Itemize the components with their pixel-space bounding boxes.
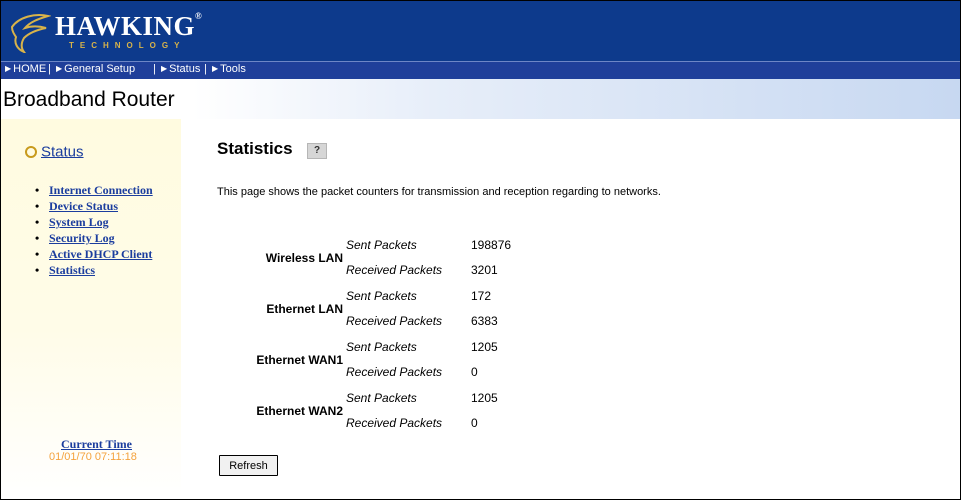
nav-separator: | (153, 63, 156, 75)
interface-label: Wireless LAN (265, 251, 343, 265)
main-content: Statistics ? This page shows the packet … (183, 119, 960, 499)
arrow-right-icon: ▶ (56, 64, 63, 73)
nav-separator: | (204, 63, 207, 75)
interface-label: Ethernet LAN (266, 302, 343, 316)
received-packets-label: Received Packets (346, 314, 443, 328)
sidebar-item-statistics[interactable]: Statistics (35, 262, 175, 278)
sidebar-item-active-dhcp-client[interactable]: Active DHCP Client (35, 246, 175, 262)
sent-packets-value: 172 (471, 289, 492, 303)
sent-packets-value: 1205 (471, 340, 498, 354)
nav-tools[interactable]: ▶ Tools (212, 63, 246, 75)
interface-label: Ethernet WAN1 (256, 353, 343, 367)
sidebar-title-link[interactable]: Status (41, 143, 84, 160)
arrow-right-icon: ▶ (212, 64, 219, 73)
nav-home[interactable]: ▶ HOME (5, 63, 46, 75)
sidebar-item-device-status[interactable]: Device Status (35, 198, 175, 214)
title-band: Broadband Router (1, 79, 960, 119)
sidebar-item-system-log[interactable]: System Log (35, 214, 175, 230)
sent-packets-label: Sent Packets (346, 289, 417, 303)
current-time-label: Current Time (61, 437, 132, 451)
logo-registered: ® (195, 11, 203, 21)
received-packets-value: 0 (471, 365, 478, 379)
hawking-logo: HAWKING® TECHNOLOGY (9, 7, 209, 57)
header-bar: HAWKING® TECHNOLOGY (1, 1, 960, 61)
statistics-table: Wireless LAN Sent Packets 198876 Receive… (219, 232, 579, 436)
arrow-right-icon: ▶ (161, 64, 168, 73)
sidebar-item-internet-connection[interactable]: Internet Connection (35, 182, 175, 198)
help-icon[interactable]: ? (307, 143, 327, 159)
nav-general-setup[interactable]: ▶ General Setup (56, 63, 135, 75)
arrow-right-icon: ▶ (5, 64, 12, 73)
sidebar-item-security-log[interactable]: Security Log (35, 230, 175, 246)
stats-group-ethernet-wan2: Ethernet WAN2 Sent Packets 1205 Received… (219, 385, 579, 436)
received-packets-value: 0 (471, 416, 478, 430)
stats-group-ethernet-lan: Ethernet LAN Sent Packets 172 Received P… (219, 283, 579, 334)
router-window: HAWKING® TECHNOLOGY ▶ HOME | ▶ General Set… (0, 0, 961, 500)
sidebar-header: Status (25, 143, 84, 161)
logo-wordmark: HAWKING (55, 11, 196, 41)
refresh-button[interactable]: Refresh (219, 455, 278, 476)
sidebar-menu: Internet Connection Device Status System… (35, 182, 175, 278)
received-packets-label: Received Packets (346, 416, 443, 430)
nav-status[interactable]: ▶ Status (161, 63, 200, 75)
sent-packets-label: Sent Packets (346, 238, 417, 252)
circle-bullet-icon (25, 145, 37, 158)
received-packets-label: Received Packets (346, 263, 443, 277)
page-description: This page shows the packet counters for … (217, 186, 661, 198)
current-time-value: 01/01/70 07:11:18 (49, 451, 137, 463)
page-title: Statistics (217, 139, 293, 158)
sent-packets-label: Sent Packets (346, 391, 417, 405)
sent-packets-value: 198876 (471, 238, 512, 252)
top-nav: ▶ HOME | ▶ General Setup | ▶ Status | ▶ Tool… (1, 61, 960, 80)
nav-separator: | (48, 63, 51, 75)
sidebar: Status Internet Connection Device Status… (1, 119, 181, 499)
received-packets-label: Received Packets (346, 365, 443, 379)
sent-packets-value: 1205 (471, 391, 498, 405)
logo-subtitle: TECHNOLOGY (69, 41, 186, 50)
product-title: Broadband Router (3, 88, 175, 111)
hawk-icon (10, 14, 51, 53)
stats-group-wireless-lan: Wireless LAN Sent Packets 198876 Receive… (219, 232, 579, 283)
stats-group-ethernet-wan1: Ethernet WAN1 Sent Packets 1205 Received… (219, 334, 579, 385)
received-packets-value: 3201 (471, 263, 498, 277)
interface-label: Ethernet WAN2 (256, 404, 343, 418)
sent-packets-label: Sent Packets (346, 340, 417, 354)
received-packets-value: 6383 (471, 314, 498, 328)
